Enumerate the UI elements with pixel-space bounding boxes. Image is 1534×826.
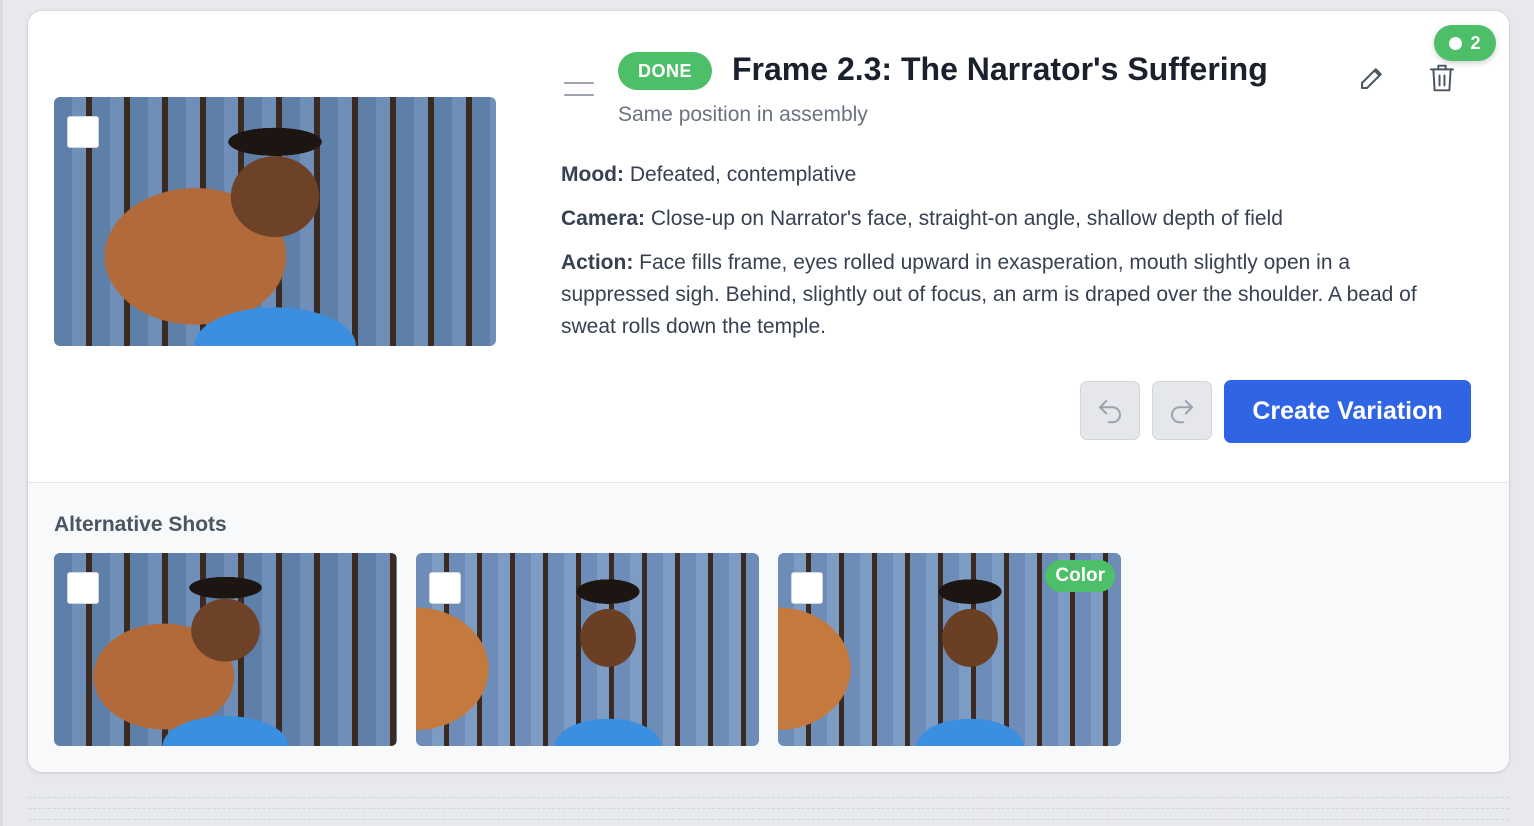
delete-button[interactable] — [1425, 61, 1459, 95]
frame-details: Mood: Defeated, contemplative Camera: Cl… — [561, 159, 1461, 355]
divider-line — [28, 808, 1509, 809]
main-shot-checkbox[interactable] — [67, 116, 99, 148]
frame-title: Frame 2.3: The Narrator's Suffering — [732, 51, 1268, 87]
mood-label: Mood: — [561, 163, 624, 186]
alternative-shots-section: Alternative Shots Color — [28, 482, 1509, 772]
alternative-shot-2[interactable] — [416, 553, 759, 746]
variation-count: 2 — [1470, 32, 1481, 53]
action-row: Action: Face fills frame, eyes rolled up… — [561, 247, 1461, 343]
page: DONE Frame 2.3: The Narrator's Suffering… — [0, 0, 1534, 826]
variation-count-badge: 2 — [1434, 25, 1496, 61]
edit-button[interactable] — [1355, 61, 1389, 95]
alternative-shot-2-checkbox[interactable] — [429, 572, 461, 604]
camera-row: Camera: Close-up on Narrator's face, str… — [561, 203, 1461, 235]
action-label: Action: — [561, 251, 634, 274]
mood-row: Mood: Defeated, contemplative — [561, 159, 1461, 191]
left-rail — [0, 0, 3, 826]
redo-icon — [1171, 399, 1193, 423]
frame-card-header: DONE Frame 2.3: The Narrator's Suffering… — [28, 11, 1509, 482]
camera-label: Camera: — [561, 207, 646, 230]
create-variation-button[interactable]: Create Variation — [1224, 380, 1471, 443]
alternative-shot-1-checkbox[interactable] — [67, 572, 99, 604]
action-value: Face fills frame, eyes rolled upward in … — [561, 251, 1417, 338]
trash-icon — [1429, 64, 1455, 92]
drag-handle-icon[interactable] — [564, 82, 594, 100]
divider-line — [28, 797, 1509, 798]
frame-card: DONE Frame 2.3: The Narrator's Suffering… — [28, 11, 1509, 772]
camera-value: Close-up on Narrator's face, straight-on… — [645, 207, 1283, 230]
count-dot — [1449, 36, 1463, 50]
undo-icon — [1099, 399, 1121, 423]
main-shot-image[interactable] — [54, 97, 496, 346]
alternative-shot-3[interactable]: Color — [778, 553, 1121, 746]
status-badge: DONE — [618, 52, 712, 90]
mood-value: Defeated, contemplative — [623, 163, 857, 186]
divider-line — [28, 819, 1509, 820]
frame-subtitle: Same position in assembly — [618, 103, 868, 126]
undo-button[interactable] — [1080, 381, 1140, 440]
color-badge: Color — [1045, 560, 1115, 592]
alternative-shots-heading: Alternative Shots — [54, 513, 227, 536]
alternative-shot-1[interactable] — [54, 553, 397, 746]
redo-button[interactable] — [1152, 381, 1212, 440]
edit-icon — [1361, 68, 1382, 89]
alternative-shot-3-checkbox[interactable] — [791, 572, 823, 604]
